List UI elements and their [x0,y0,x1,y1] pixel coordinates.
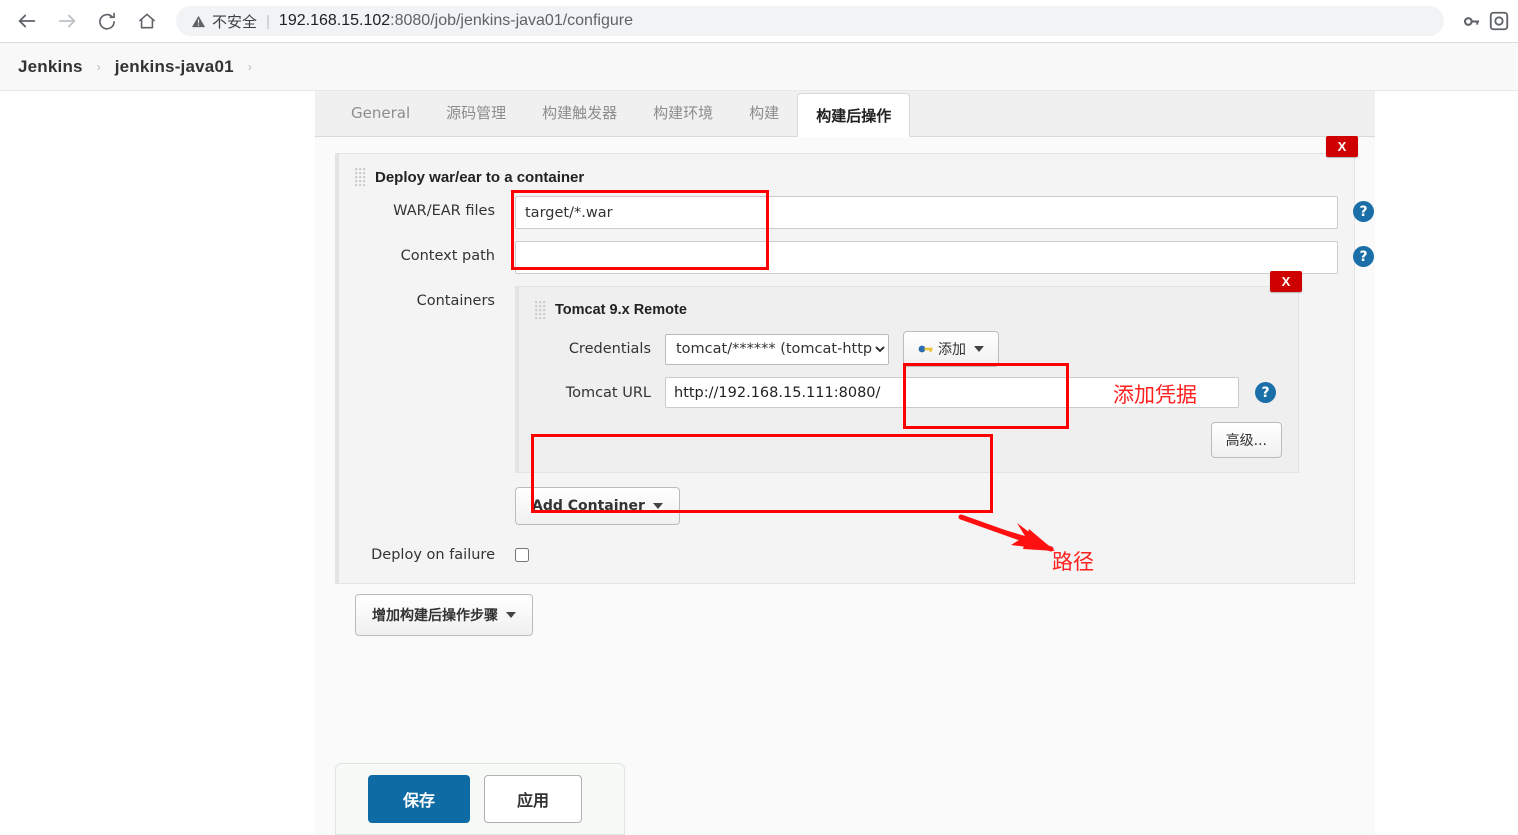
warning-triangle-icon [190,13,206,29]
help-icon-war-files[interactable]: ? [1353,201,1374,222]
field-context-path: ? [515,241,1374,274]
context-path-input[interactable] [515,241,1338,274]
tab-build[interactable]: 构建 [731,90,797,136]
label-containers: Containers [416,293,495,309]
reload-icon[interactable] [90,4,124,38]
tab-post-build-actions[interactable]: 构建后操作 [797,93,911,137]
row-context-path: Context path ? [355,241,1374,274]
add-container-button[interactable]: Add Container [515,487,680,525]
row-tomcat-url: Tomcat URL ? [535,377,1282,408]
publisher-title: Deploy war/ear to a container [375,168,585,186]
breadcrumb: Jenkins › jenkins-java01 › [0,43,1518,91]
key-icon [918,343,934,355]
delete-publisher-button[interactable]: X [1326,136,1358,157]
row-credentials: Credentials tomcat/****** (tomcat-http) … [535,331,1282,367]
url-host: 192.168.15.102 [278,12,391,29]
breadcrumb-separator: › [96,59,101,74]
url-port: :8080 [390,12,431,29]
label-tomcat-url: Tomcat URL [565,384,651,401]
config-tabbar: General 源码管理 构建触发器 构建环境 构建 构建后操作 [315,91,1375,137]
tab-build-triggers[interactable]: 构建触发器 [524,90,635,136]
label-war-files: WAR/EAR files [393,203,495,219]
add-post-build-step-label: 增加构建后操作步骤 [372,608,498,624]
url-text: 192.168.15.102:8080/job/jenkins-java01/c… [279,12,633,30]
label-credentials: Credentials [568,341,651,357]
extension-icon[interactable] [1488,6,1514,36]
breadcrumb-separator-trailing: › [247,59,252,74]
tab-general[interactable]: General [333,90,428,136]
forward-arrow-icon[interactable] [50,4,84,38]
drag-handle-icon[interactable] [355,168,367,186]
browser-actions [1454,4,1518,38]
advanced-button[interactable]: 高级... [1210,422,1282,458]
url-path: /job/jenkins-java01/configure [430,12,633,29]
row-deploy-on-failure: Deploy on failure [355,547,1338,563]
row-containers: Containers X Tomcat 9.x Remote Credentia… [355,271,1338,525]
address-bar[interactable]: 不安全 | 192.168.15.102:8080/job/jenkins-ja… [176,6,1444,36]
post-build-form: X Deploy war/ear to a container WAR/EAR … [315,136,1375,636]
drag-handle-icon[interactable] [535,301,547,319]
tab-scm[interactable]: 源码管理 [428,90,524,136]
row-advanced: 高级... [535,422,1282,458]
breadcrumb-item-job[interactable]: jenkins-java01 [115,57,234,77]
label-context-path: Context path [400,248,495,264]
container-tomcat-panel: X Tomcat 9.x Remote Credentials tomcat/*… [515,271,1302,473]
apply-button[interactable]: 应用 [484,775,583,823]
field-containers: X Tomcat 9.x Remote Credentials tomcat/*… [515,271,1338,525]
chevron-down-icon [652,503,663,509]
tab-build-environment[interactable]: 构建环境 [635,90,731,136]
add-credentials-button[interactable]: 添加 [903,331,999,367]
help-icon-context-path[interactable]: ? [1353,246,1374,267]
help-icon-tomcat-url[interactable]: ? [1255,382,1276,403]
omnibox-separator: | [266,12,270,30]
publisher-deploy-war: X Deploy war/ear to a container WAR/EAR … [335,136,1374,584]
row-add-container: Add Container [515,487,1338,525]
credentials-select[interactable]: tomcat/****** (tomcat-http) [665,333,889,365]
save-button[interactable]: 保存 [368,775,471,823]
home-icon[interactable] [130,4,164,38]
field-war-files: ? [515,196,1374,229]
back-arrow-icon[interactable] [10,4,44,38]
container-title: Tomcat 9.x Remote [555,302,687,318]
add-container-label: Add Container [532,498,645,514]
add-post-build-step-button[interactable]: 增加构建后操作步骤 [355,594,533,636]
label-deploy-on-failure: Deploy on failure [371,547,495,563]
browser-toolbar: 不安全 | 192.168.15.102:8080/job/jenkins-ja… [0,0,1518,43]
breadcrumb-item-jenkins[interactable]: Jenkins [18,57,83,77]
tomcat-url-input[interactable] [665,377,1239,408]
chevron-down-icon [974,346,984,352]
key-icon[interactable] [1454,4,1488,38]
page-body: General 源码管理 构建触发器 构建环境 构建 构建后操作 X Deplo… [0,91,1518,835]
row-war-files: WAR/EAR files ? [355,196,1374,229]
war-files-input[interactable] [515,196,1338,229]
row-add-post-build-step: 增加构建后操作步骤 [335,594,1355,636]
container-header: Tomcat 9.x Remote [535,301,1282,319]
chevron-down-icon [506,612,516,618]
deploy-on-failure-checkbox[interactable] [515,548,529,562]
security-status-label: 不安全 [212,12,258,31]
delete-container-button[interactable]: X [1270,271,1302,292]
config-content: General 源码管理 构建触发器 构建环境 构建 构建后操作 X Deplo… [315,91,1375,835]
add-credentials-label: 添加 [938,342,966,358]
save-bar: 保存 应用 [335,763,625,835]
publisher-header: Deploy war/ear to a container [355,168,1338,186]
